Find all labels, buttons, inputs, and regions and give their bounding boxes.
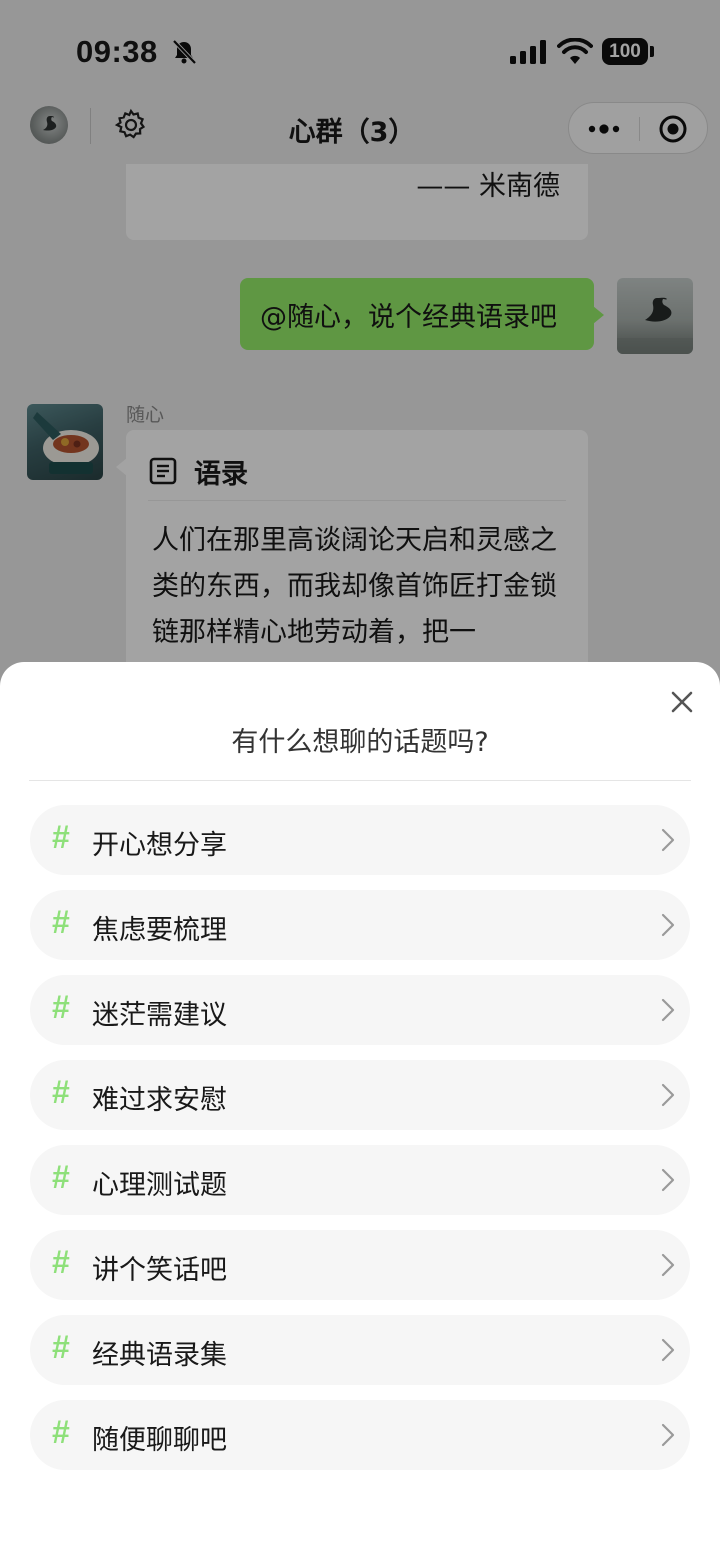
hashtag-icon: # [52, 1414, 70, 1450]
chevron-right-icon [661, 1338, 675, 1362]
hashtag-icon: # [52, 1244, 70, 1280]
topic-item-joke[interactable]: # 讲个笑话吧 [30, 1230, 690, 1300]
sheet-divider [29, 780, 691, 781]
chevron-right-icon [661, 1253, 675, 1277]
chevron-right-icon [661, 1423, 675, 1447]
topic-label: 随便聊聊吧 [92, 1425, 227, 1456]
close-icon[interactable] [664, 684, 700, 720]
topic-item-quotes[interactable]: # 经典语录集 [30, 1315, 690, 1385]
topic-item-psych-test[interactable]: # 心理测试题 [30, 1145, 690, 1215]
topic-item-anxiety[interactable]: # 焦虑要梳理 [30, 890, 690, 960]
chevron-right-icon [661, 1083, 675, 1107]
topic-label: 讲个笑话吧 [92, 1255, 227, 1286]
hashtag-icon: # [52, 1329, 70, 1365]
hashtag-icon: # [52, 904, 70, 940]
topic-label: 心理测试题 [92, 1170, 227, 1201]
chevron-right-icon [661, 998, 675, 1022]
topic-label: 经典语录集 [92, 1340, 227, 1371]
chevron-right-icon [661, 913, 675, 937]
chevron-right-icon [661, 828, 675, 852]
hashtag-icon: # [52, 989, 70, 1025]
topic-label: 开心想分享 [92, 830, 227, 861]
chevron-right-icon [661, 1168, 675, 1192]
topic-item-happy-share[interactable]: # 开心想分享 [30, 805, 690, 875]
topic-item-casual-chat[interactable]: # 随便聊聊吧 [30, 1400, 690, 1470]
hashtag-icon: # [52, 1159, 70, 1195]
sheet-title: 有什么想聊的话题吗? [231, 727, 489, 758]
topic-item-confused[interactable]: # 迷茫需建议 [30, 975, 690, 1045]
topic-list: # 开心想分享 # 焦虑要梳理 # 迷茫需建议 # 难过求安慰 # 心理测试题 … [30, 805, 690, 1485]
topic-label: 迷茫需建议 [92, 1000, 227, 1031]
topic-label: 难过求安慰 [92, 1085, 227, 1116]
topic-item-comfort[interactable]: # 难过求安慰 [30, 1060, 690, 1130]
topic-bottom-sheet: 有什么想聊的话题吗? # 开心想分享 # 焦虑要梳理 # 迷茫需建议 # 难过求… [0, 662, 720, 1564]
hashtag-icon: # [52, 1074, 70, 1110]
topic-label: 焦虑要梳理 [92, 915, 227, 946]
hashtag-icon: # [52, 819, 70, 855]
